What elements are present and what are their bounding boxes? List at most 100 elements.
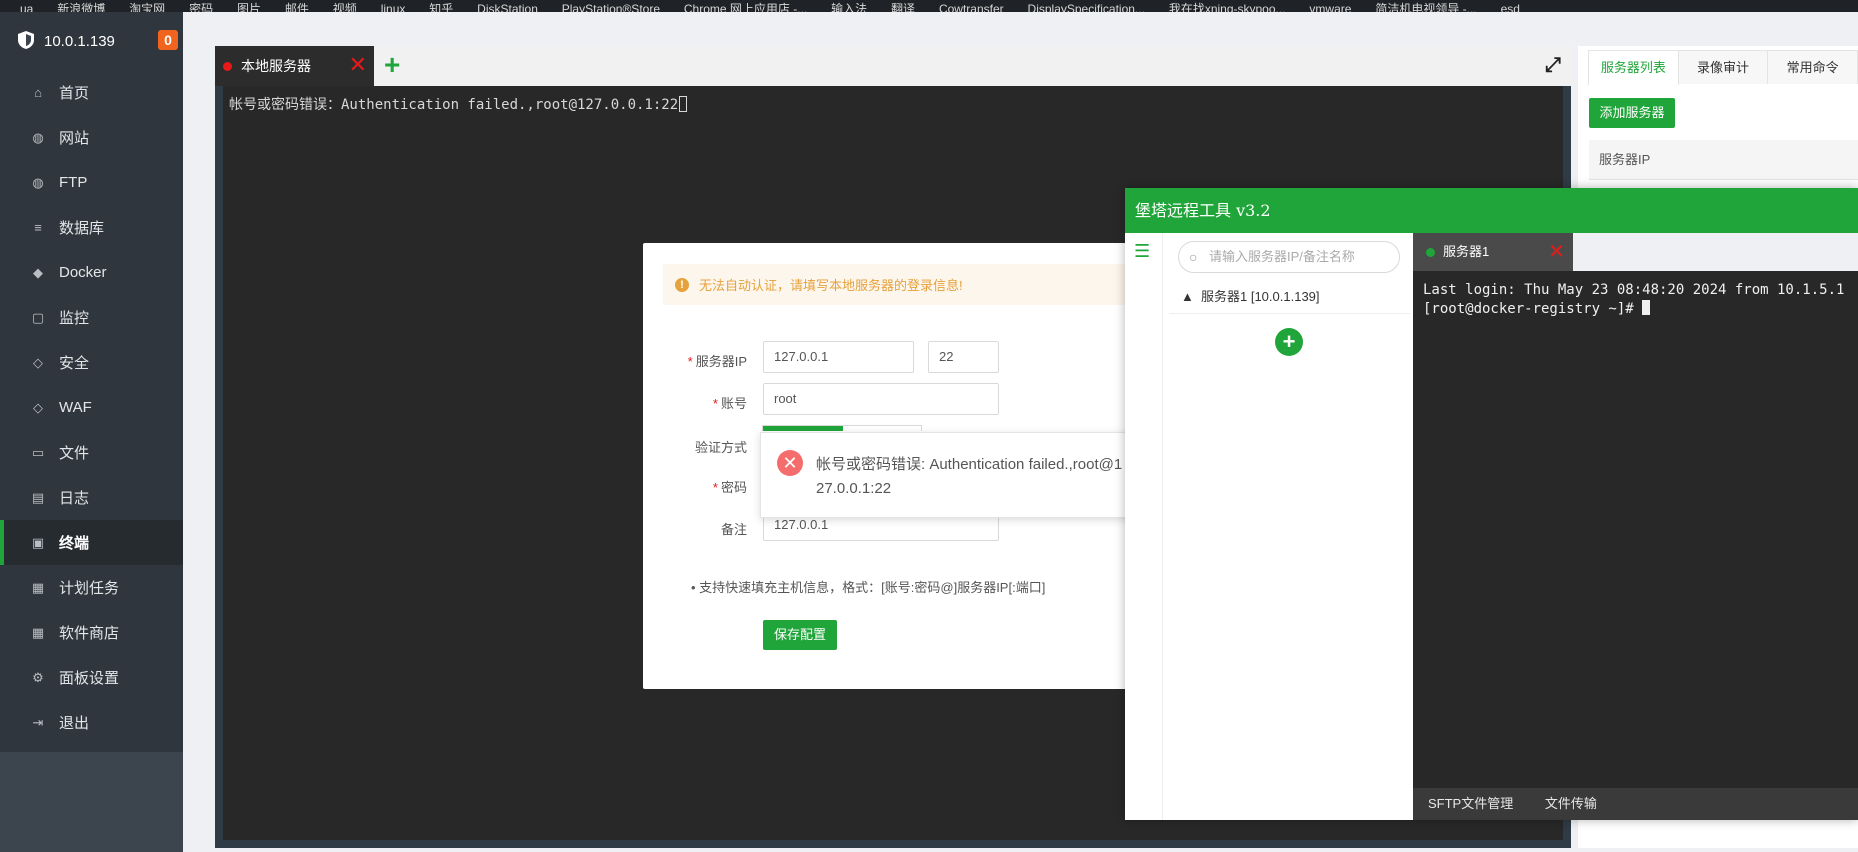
warning-icon: ! [675, 277, 689, 292]
sidebar-item-home[interactable]: ⌂ 首页 [0, 70, 183, 115]
bookmark[interactable]: vmware [1309, 3, 1351, 12]
sftp-button[interactable]: SFTP文件管理 [1428, 796, 1513, 811]
bookmark[interactable]: 邮件 [285, 3, 309, 12]
bookmarks-bar: ua 新浪微博 淘宝网 密码 图片 邮件 视频 linux 知乎 DiskSta… [0, 0, 1858, 12]
store-icon: ▦ [31, 624, 45, 640]
sidebar-item-label: FTP [59, 174, 88, 191]
sidebar-item-cron[interactable]: ▦ 计划任务 [0, 565, 183, 610]
sidebar-item-monitor[interactable]: ▢ 监控 [0, 295, 183, 340]
column-server-ip: 服务器IP [1599, 152, 1651, 167]
sidebar-item-database[interactable]: ≡ 数据库 [0, 205, 183, 250]
list-icon[interactable]: ☰ [1134, 241, 1150, 262]
sidebar-item-label: 面板设置 [59, 670, 120, 687]
docker-icon: ◆ [33, 264, 43, 280]
auth-method-selected [763, 426, 843, 431]
notification-badge[interactable]: 0 [158, 30, 178, 50]
table-header: 服务器IP [1589, 140, 1858, 180]
sidebar-item-label: 日志 [59, 490, 90, 507]
server-item-label: 服务器1 [10.0.1.139] [1201, 289, 1320, 304]
warning-text: 无法自动认证，请填写本地服务器的登录信息! [699, 278, 963, 293]
tab-server-list[interactable]: 服务器列表 [1588, 50, 1679, 85]
sidebar-item-waf[interactable]: ◇ WAF [0, 385, 183, 430]
sidebar-item-docker[interactable]: ◆ Docker [0, 250, 183, 295]
sidebar-item-files[interactable]: ▭ 文件 [0, 430, 183, 475]
warning-alert: ! 无法自动认证，请填写本地服务器的登录信息! [663, 264, 1143, 305]
status-dot-icon [1426, 248, 1435, 257]
server-list-item[interactable]: ▲ 服务器1 [10.0.1.139] [1169, 280, 1410, 314]
calendar-icon: ▦ [31, 579, 45, 595]
bookmark[interactable]: 简洁机电视领导 -... [1375, 3, 1476, 12]
remote-tab-server1[interactable]: 服务器1 ✕ [1413, 233, 1573, 271]
account-label: * 账号 [712, 396, 747, 411]
terminal-icon: ▣ [31, 534, 45, 550]
bookmark[interactable]: Cowtransfer [939, 3, 1004, 12]
auth-method-toggle[interactable] [762, 425, 922, 431]
window-title[interactable]: 堡塔远程工具 v3.2 [1125, 188, 1858, 233]
bookmark[interactable]: 知乎 [429, 3, 453, 12]
sidebar-item-label: Docker [59, 264, 107, 281]
bookmark[interactable]: Chrome 网上应用店 -... [684, 3, 807, 12]
sidebar-item-ftp[interactable]: ◍ FTP [0, 160, 183, 205]
bookmark[interactable]: 图片 [237, 3, 261, 12]
host-ip: 10.0.1.139 [44, 32, 115, 50]
server-ip-input[interactable]: 127.0.0.1 [763, 341, 914, 373]
bookmark[interactable]: ua [20, 3, 33, 12]
shield-icon: ◇ [33, 354, 43, 370]
sidebar: 10.0.1.139 0 ⌂ 首页 ◍ 网站 ◍ FTP ≡ 数据库 ◆ Docker ▢… [0, 12, 183, 852]
close-icon[interactable]: ✕ [1548, 233, 1565, 271]
close-icon[interactable]: ✕ [349, 52, 367, 78]
bookmark[interactable]: DiskStation [477, 3, 538, 12]
home-icon: ⌂ [34, 85, 42, 100]
note-label: 备注 [720, 522, 747, 537]
sidebar-menu: ⌂ 首页 ◍ 网站 ◍ FTP ≡ 数据库 ◆ Docker ▢ 监控 ◇ 安全 ◇ WAF ▭… [0, 70, 183, 752]
terminal-cursor [679, 96, 688, 112]
error-message: 帐号或密码错误: Authentication failed.,root@127… [816, 456, 1123, 497]
sidebar-item-website[interactable]: ◍ 网站 [0, 115, 183, 160]
add-server-icon[interactable]: + [1275, 328, 1303, 356]
linux-icon: ▲ [1181, 289, 1194, 304]
remote-tabbar: 服务器1 ✕ [1413, 233, 1858, 271]
bookmark[interactable]: 我在找xning-skypoo... [1169, 3, 1286, 12]
sidebar-item-logout[interactable]: ⇥ 退出 [0, 700, 183, 745]
fill-tip: • 支持快速填充主机信息，格式：[账号:密码@]服务器IP[:端口] [691, 580, 1046, 595]
bookmark[interactable]: esd [1501, 3, 1520, 12]
bookmark[interactable]: 视频 [333, 3, 357, 12]
sidebar-item-terminal[interactable]: ▣ 终端 [0, 520, 183, 565]
remote-terminal[interactable]: 服务器1 ✕ Last login: Thu May 23 08:48:20 2… [1413, 233, 1858, 820]
sidebar-item-settings[interactable]: ⚙ 面板设置 [0, 655, 183, 700]
bookmark[interactable]: 新浪微博 [57, 3, 105, 12]
add-tab-icon[interactable]: + [384, 49, 400, 81]
error-toast: ✕ 帐号或密码错误: Authentication failed.,root@1… [760, 432, 1180, 518]
bookmark[interactable]: 翻译 [891, 3, 915, 12]
terminal-cursor [1642, 300, 1651, 315]
file-transfer-button[interactable]: 文件传输 [1545, 796, 1597, 811]
add-server-button[interactable]: 添加服务器 [1589, 98, 1675, 128]
server-search-input[interactable]: ○ 请输入服务器IP/备注名称 [1178, 241, 1400, 273]
account-input[interactable]: root [763, 383, 999, 415]
bookmark[interactable]: linux [381, 3, 406, 12]
bookmark[interactable]: 输入法 [831, 3, 867, 12]
bookmark[interactable]: DisplaySpecification... [1028, 3, 1145, 12]
monitor-icon: ▢ [31, 309, 45, 325]
right-tabs: 服务器列表 录像审计 常用命令 [1588, 50, 1858, 85]
tab-recording-audit[interactable]: 录像审计 [1677, 50, 1769, 84]
save-config-button[interactable]: 保存配置 [763, 620, 837, 650]
terminal-line: 帐号或密码错误：Authentication failed.,root@127.… [229, 94, 688, 114]
bookmark[interactable]: PlayStation®Store [562, 3, 660, 12]
sidebar-item-label: 终端 [59, 535, 90, 552]
sidebar-item-logs[interactable]: ▤ 日志 [0, 475, 183, 520]
gear-icon: ⚙ [32, 669, 44, 685]
terminal-tab-local[interactable]: 本地服务器 ✕ [215, 46, 374, 86]
fullscreen-icon[interactable]: ⤢ [1545, 54, 1561, 76]
bookmark[interactable]: 密码 [189, 3, 213, 12]
shield-logo-icon [18, 30, 34, 52]
server-ip-label: * 服务器IP [687, 354, 747, 369]
port-input[interactable]: 22 [928, 341, 999, 373]
bookmark[interactable]: 淘宝网 [129, 3, 165, 12]
sidebar-item-security[interactable]: ◇ 安全 [0, 340, 183, 385]
tab-common-commands[interactable]: 常用命令 [1767, 50, 1858, 84]
search-icon: ○ [1189, 249, 1198, 265]
sidebar-item-store[interactable]: ▦ 软件商店 [0, 610, 183, 655]
sidebar-item-label: 软件商店 [59, 625, 120, 642]
tool-sidebar: ☰ [1125, 233, 1163, 820]
